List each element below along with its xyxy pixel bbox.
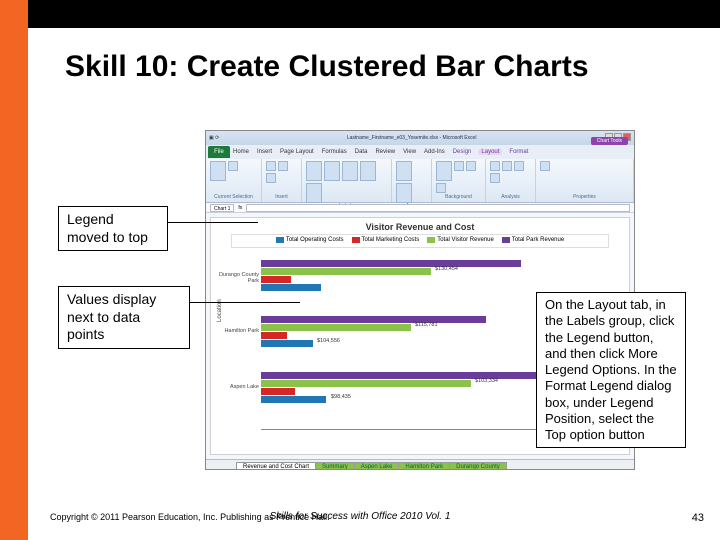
accent-bar <box>0 0 28 540</box>
name-box[interactable]: Chart 1 <box>210 204 234 212</box>
axes-icon[interactable] <box>396 161 412 181</box>
qat: ▣ ⟳ <box>209 135 219 141</box>
window-title: Lastname_Firstname_e03_Yosemite.xlsx - M… <box>219 135 604 141</box>
page-number: 43 <box>692 512 704 524</box>
tab-format[interactable]: Format <box>508 149 529 155</box>
bar <box>261 316 486 323</box>
chart-legend: Total Operating Costs Total Marketing Co… <box>231 234 609 248</box>
axis-titles-icon[interactable] <box>324 161 340 181</box>
bar <box>261 388 295 395</box>
chart-title: Visitor Revenue and Cost <box>211 218 629 234</box>
cat-label-1: Hamilton Park <box>213 328 259 334</box>
sheet-tab-1[interactable]: Summary <box>315 462 355 470</box>
gridlines-icon[interactable] <box>396 183 412 203</box>
cat-label-0: Durango County Park <box>213 272 259 284</box>
callout-legend-moved: Legend moved to top <box>58 206 168 251</box>
window-titlebar: ▣ ⟳ Lastname_Firstname_e03_Yosemite.xlsx… <box>206 131 634 145</box>
tab-formulas[interactable]: Formulas <box>321 149 348 155</box>
bar <box>261 268 431 275</box>
tab-view[interactable]: View <box>402 149 417 155</box>
format-selection-icon[interactable] <box>210 161 226 181</box>
lines-icon[interactable] <box>502 161 512 171</box>
slide: Skill 10: Create Clustered Bar Charts ▣ … <box>0 0 720 540</box>
chart-title-icon[interactable] <box>306 161 322 181</box>
sheet-tab-3[interactable]: Hamilton Park <box>398 462 450 470</box>
shapes-icon[interactable] <box>278 161 288 171</box>
bar <box>261 284 321 291</box>
tab-addins[interactable]: Add-Ins <box>423 149 446 155</box>
callout-values-display: Values display next to data points <box>58 286 190 349</box>
callout-line <box>168 222 258 223</box>
slide-title: Skill 10: Create Clustered Bar Charts <box>65 50 589 84</box>
rotation-icon[interactable] <box>436 183 446 193</box>
updown-bars-icon[interactable] <box>514 161 524 171</box>
bar <box>261 372 551 379</box>
reset-icon[interactable] <box>228 161 238 171</box>
callout-instructions: On the Layout tab, in the Labels group, … <box>536 292 686 448</box>
tab-review[interactable]: Review <box>374 149 396 155</box>
data-table-icon[interactable] <box>306 183 322 203</box>
bar <box>261 396 326 403</box>
plot-area-icon[interactable] <box>436 161 452 181</box>
top-black-bar <box>28 0 720 28</box>
bar <box>261 324 411 331</box>
sheet-tab-4[interactable]: Durango County <box>449 462 507 470</box>
sheet-tab-2[interactable]: Aspen Lake <box>354 462 400 470</box>
tab-layout[interactable]: Layout <box>478 149 502 155</box>
sheet-tab-0[interactable]: Revenue and Cost Chart <box>236 462 316 470</box>
formula-bar: Chart 1 fx <box>206 203 634 213</box>
data-label: $103,334 <box>475 378 498 384</box>
tab-insert[interactable]: Insert <box>256 149 273 155</box>
callout-line <box>190 302 300 303</box>
data-label: $130,454 <box>435 266 458 272</box>
sheet-tabs: Revenue and Cost Chart Summary Aspen Lak… <box>206 459 634 470</box>
chart-tools-label: Chart Tools <box>591 137 628 145</box>
tab-pagelayout[interactable]: Page Layout <box>279 149 315 155</box>
tab-design[interactable]: Design <box>452 149 473 155</box>
footer-book: Skills for Success with Office 2010 Vol.… <box>0 511 720 522</box>
tab-data[interactable]: Data <box>354 149 369 155</box>
file-tab[interactable]: File <box>208 146 230 158</box>
data-label: $98,435 <box>331 394 351 400</box>
bar <box>261 260 521 267</box>
bar <box>261 340 313 347</box>
chart-wall-icon[interactable] <box>454 161 464 171</box>
ribbon: Current Selection Insert Labels Axes Bac… <box>206 159 634 203</box>
data-label: $104,556 <box>317 338 340 344</box>
textbox-icon[interactable] <box>266 173 276 183</box>
error-bars-icon[interactable] <box>490 173 500 183</box>
bar <box>261 332 287 339</box>
bar <box>261 276 291 283</box>
ribbon-tabs: File Home Insert Page Layout Formulas Da… <box>206 145 634 159</box>
tab-home[interactable]: Home <box>232 149 250 155</box>
data-label: $115,781 <box>415 322 438 328</box>
trendline-icon[interactable] <box>490 161 500 171</box>
bar <box>261 380 471 387</box>
legend-icon[interactable] <box>342 161 358 181</box>
chart-floor-icon[interactable] <box>466 161 476 171</box>
chart-name-icon[interactable] <box>540 161 550 171</box>
data-labels-icon[interactable] <box>360 161 376 181</box>
cat-label-2: Aspen Lake <box>213 384 259 390</box>
picture-icon[interactable] <box>266 161 276 171</box>
formula-input[interactable] <box>246 204 630 212</box>
